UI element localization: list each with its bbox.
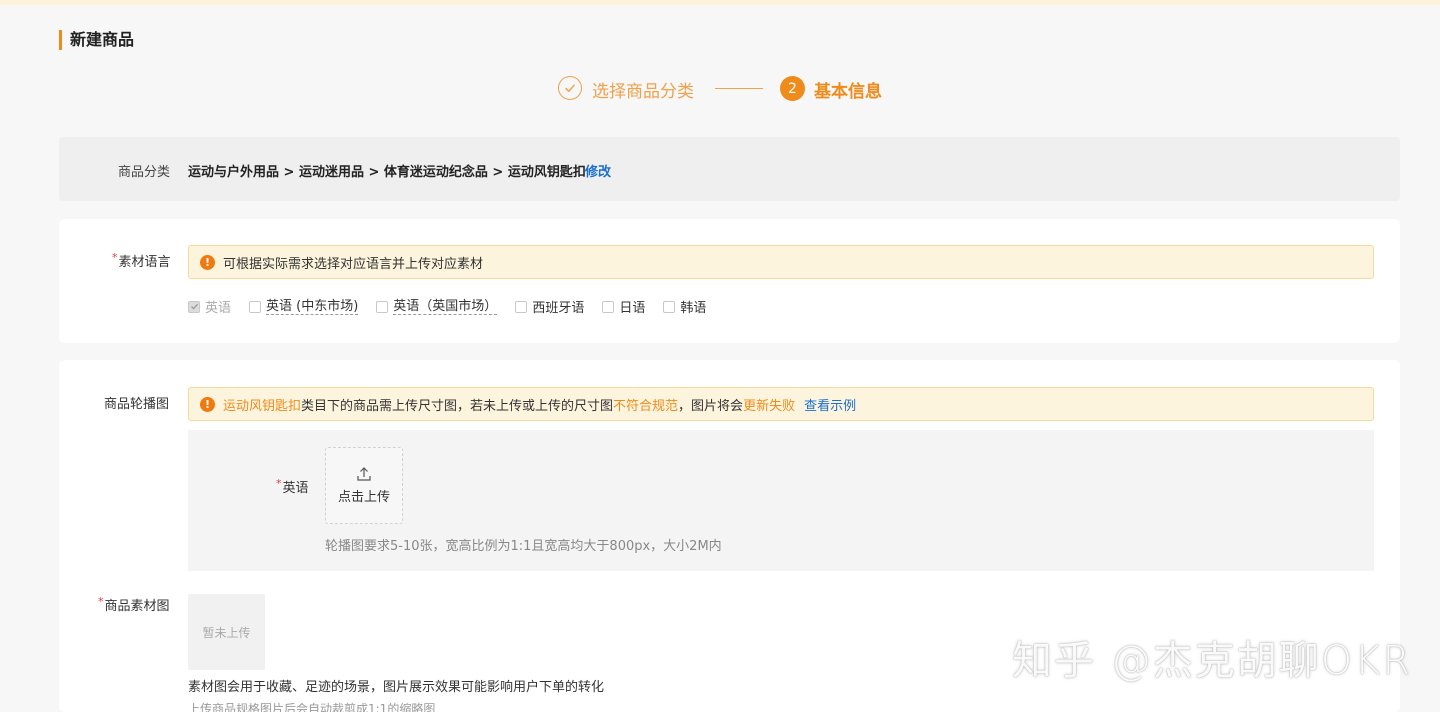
- carousel-english-label: *英语: [276, 477, 309, 496]
- checkbox-checked-icon[interactable]: [188, 300, 200, 313]
- checkbox-icon[interactable]: [663, 300, 676, 313]
- step-connector: [715, 88, 763, 89]
- carousel-upload-area: *英语 点击上传 轮播图要求5-10张，宽高比例为1:1且宽高均大于800px，…: [188, 430, 1374, 571]
- language-option-english[interactable]: 英语: [188, 297, 231, 316]
- material-image-placeholder: 暂未上传: [188, 594, 265, 670]
- language-alert: ! 可根据实际需求选择对应语言并上传对应素材: [188, 245, 1374, 279]
- upload-icon: [357, 467, 371, 481]
- material-image-label: *商品素材图: [98, 595, 170, 614]
- material-hint-secondary: 上传商品规格图片后会自动裁剪成1:1的缩略图: [188, 702, 436, 712]
- checkbox-icon[interactable]: [515, 300, 528, 313]
- upload-button[interactable]: 点击上传: [325, 447, 403, 524]
- checkbox-icon[interactable]: [376, 300, 389, 313]
- carousel-label: 商品轮播图: [104, 397, 170, 412]
- carousel-alert: ! 运动风钥匙扣 类目下的商品需上传尺寸图，若未上传或上传的尺寸图 不符合规范 ，图片…: [188, 387, 1374, 421]
- warning-icon: !: [200, 396, 215, 412]
- material-language-label: *素材语言: [112, 251, 171, 270]
- warning-icon: !: [200, 254, 215, 270]
- checkbox-icon[interactable]: [602, 300, 615, 313]
- language-option-english-uk[interactable]: 英语（英国市场）: [376, 297, 498, 316]
- checkbox-icon[interactable]: [249, 300, 262, 313]
- material-hint: 素材图会用于收藏、足迹的场景，图片展示效果可能影响用户下单的转化: [188, 680, 605, 695]
- language-option-english-mideast[interactable]: 英语 (中东市场): [249, 297, 359, 316]
- category-edit-link[interactable]: 修改: [585, 161, 611, 180]
- upload-label: 点击上传: [337, 490, 390, 505]
- step-basic-info: 基本信息: [814, 82, 882, 102]
- step-number-badge: 2: [780, 76, 805, 101]
- step-select-category[interactable]: 选择商品分类: [592, 77, 694, 102]
- category-bar: 商品分类 运动与户外用品 > 运动迷用品 > 体育迷运动纪念品 > 运动风钥匙扣…: [59, 137, 1400, 201]
- view-example-link[interactable]: 查看示例: [804, 395, 856, 414]
- language-options: 英语 英语 (中东市场) 英语（英国市场） 西班牙语 日语 韩语: [188, 297, 724, 316]
- check-icon: [558, 76, 582, 100]
- language-option-spanish[interactable]: 西班牙语: [515, 297, 584, 316]
- carousel-hint: 轮播图要求5-10张，宽高比例为1:1且宽高均大于800px，大小2M内: [325, 539, 722, 554]
- step-indicator: 选择商品分类 2 基本信息: [0, 74, 1440, 102]
- category-label: 商品分类: [118, 165, 171, 180]
- category-path: 运动与户外用品 > 运动迷用品 > 体育迷运动纪念品 > 运动风钥匙扣: [188, 165, 586, 180]
- language-option-japanese[interactable]: 日语: [602, 297, 645, 316]
- top-banner-strip: [0, 0, 1440, 5]
- zhihu-watermark: 知乎 @杰克胡聊OKR: [1012, 638, 1413, 684]
- language-card: *素材语言 ! 可根据实际需求选择对应语言并上传对应素材 英语 英语 (中东市场…: [59, 219, 1400, 343]
- language-option-korean[interactable]: 韩语: [663, 297, 706, 316]
- page-title: 新建商品: [59, 30, 134, 50]
